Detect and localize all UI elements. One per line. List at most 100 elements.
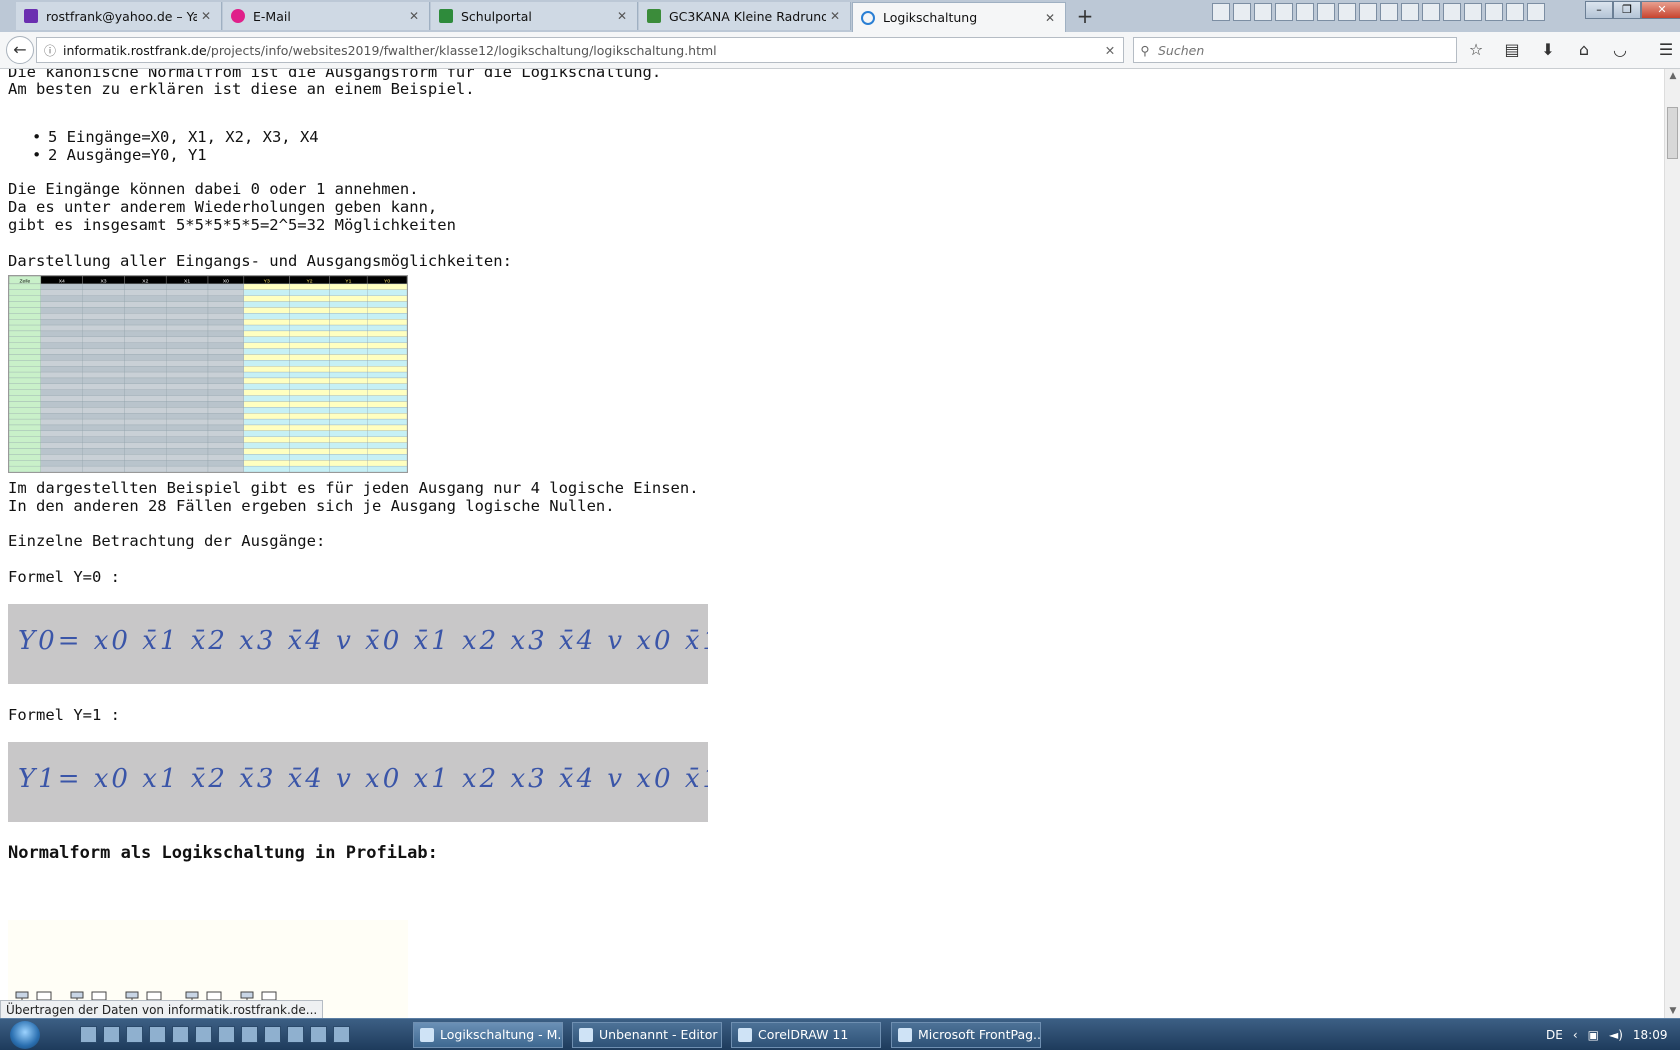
quicklaunch-icon[interactable] <box>80 1026 97 1043</box>
addon-icon[interactable] <box>1359 3 1377 21</box>
scrollbar-thumb[interactable] <box>1667 107 1678 159</box>
section-heading: Normalform als Logikschaltung in ProfiLa… <box>8 843 438 863</box>
addon-icon[interactable] <box>1506 3 1524 21</box>
maximize-icon[interactable]: ❐ <box>1613 1 1641 19</box>
url-path: /projects/info/websites2019/fwalther/kla… <box>206 42 717 58</box>
table-cell <box>367 336 407 343</box>
table-cell <box>243 283 290 290</box>
network-icon[interactable]: ▣ <box>1588 1028 1599 1042</box>
table-cell <box>207 313 244 320</box>
quicklaunch-icon[interactable] <box>241 1026 258 1043</box>
quicklaunch-icon[interactable] <box>264 1026 281 1043</box>
addon-icon[interactable] <box>1443 3 1461 21</box>
volume-icon[interactable]: ◄) <box>1609 1028 1623 1042</box>
taskbar-item-coreldraw[interactable]: CorelDRAW 11 <box>731 1022 881 1048</box>
table-cell <box>289 371 330 379</box>
quicklaunch-icon[interactable] <box>310 1026 327 1043</box>
search-icon: ⚲ <box>1140 42 1150 58</box>
table-cell <box>82 448 125 455</box>
table-cell <box>207 389 244 396</box>
vertical-scrollbar[interactable]: ▲ ▼ <box>1664 69 1680 1018</box>
clear-url-icon[interactable]: ✕ <box>1097 43 1123 58</box>
table-cell <box>243 460 290 467</box>
table-cell <box>166 407 209 414</box>
tab-yahoo-mail[interactable]: rostfrank@yahoo.de – Yah... ✕ <box>16 2 222 30</box>
quicklaunch-icon[interactable] <box>172 1026 189 1043</box>
table-cell <box>367 460 407 467</box>
search-input[interactable] <box>1156 41 1456 59</box>
table-header-label: Y0 <box>384 278 390 284</box>
addon-icon[interactable] <box>1254 3 1272 21</box>
quicklaunch-icon[interactable] <box>103 1026 120 1043</box>
table-cell <box>166 430 209 437</box>
tray-expand-icon[interactable]: ‹ <box>1573 1028 1578 1042</box>
tab-geocache[interactable]: GC3KANA Kleine Radrunde... ✕ <box>639 2 851 30</box>
table-cell <box>166 313 209 320</box>
addon-icon[interactable] <box>1401 3 1419 21</box>
addon-icon[interactable] <box>1527 3 1545 21</box>
home-icon[interactable]: ⌂ <box>1572 38 1596 62</box>
table-cell <box>207 424 244 432</box>
table-cell <box>82 330 125 337</box>
address-bar[interactable]: ⓘ informatik.rostfrank.de/projects/info/… <box>36 37 1124 63</box>
tab-schulportal[interactable]: Schulportal ✕ <box>431 2 638 30</box>
quicklaunch-icon[interactable] <box>333 1026 350 1043</box>
close-tab-icon[interactable]: ✕ <box>405 9 423 23</box>
quicklaunch-icon[interactable] <box>195 1026 212 1043</box>
email-icon <box>231 9 245 23</box>
scroll-down-icon[interactable]: ▼ <box>1665 1006 1680 1016</box>
start-button[interactable] <box>10 1021 40 1049</box>
close-tab-icon[interactable]: ✕ <box>826 9 844 23</box>
table-cell <box>40 319 83 326</box>
close-tab-icon[interactable]: ✕ <box>613 9 631 23</box>
info-icon[interactable]: ⓘ <box>37 42 63 59</box>
table-cell <box>367 319 407 326</box>
table-cell <box>329 383 368 390</box>
addon-icon[interactable] <box>1338 3 1356 21</box>
addon-icon[interactable] <box>1485 3 1503 21</box>
scroll-up-icon[interactable]: ▲ <box>1665 71 1680 81</box>
tab-email[interactable]: E-Mail ✕ <box>223 2 430 30</box>
addon-icon[interactable] <box>1464 3 1482 21</box>
pocket-icon[interactable]: ◡ <box>1608 38 1632 62</box>
minimize-icon[interactable]: – <box>1585 1 1613 19</box>
addon-icon[interactable] <box>1317 3 1335 21</box>
back-icon[interactable]: ← <box>6 36 34 64</box>
bookmark-star-icon[interactable]: ☆ <box>1464 38 1488 62</box>
table-cell <box>367 354 407 361</box>
table-cell <box>166 360 209 367</box>
quicklaunch-icon[interactable] <box>287 1026 304 1043</box>
new-tab-icon[interactable]: + <box>1073 4 1097 28</box>
quicklaunch-icon[interactable] <box>126 1026 143 1043</box>
window-close-icon[interactable]: ✕ <box>1641 1 1680 19</box>
tab-logikschaltung[interactable]: Logikschaltung ✕ <box>852 2 1066 32</box>
addon-icon[interactable] <box>1380 3 1398 21</box>
table-cell <box>367 307 407 314</box>
table-cell <box>329 313 368 320</box>
close-tab-icon[interactable]: ✕ <box>1041 11 1059 25</box>
taskbar-item-firefox[interactable]: Logikschaltung - M... <box>413 1022 563 1048</box>
addon-icon[interactable] <box>1275 3 1293 21</box>
addon-icon[interactable] <box>1296 3 1314 21</box>
close-tab-icon[interactable]: ✕ <box>197 9 215 23</box>
download-icon[interactable]: ⬇ <box>1536 38 1560 62</box>
addon-icon[interactable] <box>1233 3 1251 21</box>
clock[interactable]: 18:09 <box>1633 1028 1668 1042</box>
table-cell <box>9 383 41 390</box>
table-cell <box>207 307 244 314</box>
table-cell <box>243 454 290 461</box>
table-cell <box>82 413 125 420</box>
search-box[interactable]: ⚲ <box>1133 37 1457 63</box>
quicklaunch-icon[interactable] <box>218 1026 235 1043</box>
quicklaunch-icon[interactable] <box>149 1026 166 1043</box>
table-cell <box>207 454 244 461</box>
taskbar-item-frontpage[interactable]: Microsoft FrontPag... <box>891 1022 1041 1048</box>
menu-icon[interactable]: ☰ <box>1654 38 1678 62</box>
table-cell <box>40 348 83 355</box>
language-indicator[interactable]: DE <box>1546 1028 1563 1042</box>
url-text[interactable]: informatik.rostfrank.de/projects/info/we… <box>63 43 1097 58</box>
addon-icon[interactable] <box>1212 3 1230 21</box>
addon-icon[interactable] <box>1422 3 1440 21</box>
reading-list-icon[interactable]: ▤ <box>1500 38 1524 62</box>
taskbar-item-editor[interactable]: Unbenannt - Editor <box>572 1022 722 1048</box>
